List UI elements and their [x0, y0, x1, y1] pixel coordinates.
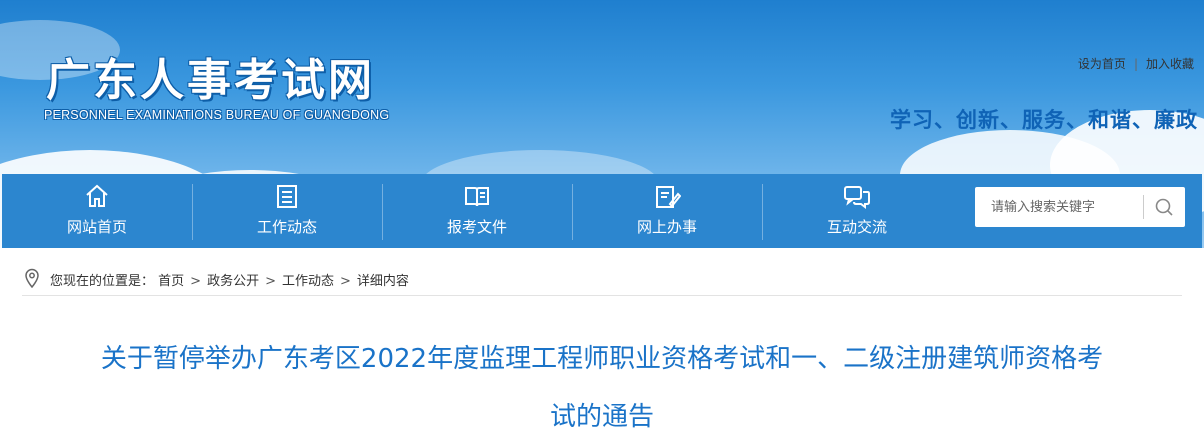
- slogan: 学习、创新、服务、和谐、廉政: [890, 108, 1198, 132]
- top-links: 设为首页 | 加入收藏: [1078, 55, 1194, 72]
- nav-label: 网站首页: [66, 218, 127, 236]
- set-homepage-link[interactable]: 设为首页: [1078, 57, 1126, 71]
- breadcrumb: 您现在的位置是： 首页 > 政务公开 > 工作动态 > 详细内容: [22, 262, 1182, 296]
- breadcrumb-item-work-news[interactable]: 工作动态: [282, 274, 334, 289]
- search-icon[interactable]: [1151, 195, 1177, 219]
- home-icon: [86, 184, 108, 207]
- article-title-line: 试的通告: [549, 402, 654, 432]
- chat-icon: [844, 186, 870, 209]
- news-icon: [277, 185, 297, 208]
- add-favorite-link[interactable]: 加入收藏: [1146, 57, 1194, 71]
- main-nav: 网站首页 工作动态 报考文件 网上办事 互动交流: [2, 174, 1202, 248]
- nav-label: 工作动态: [256, 218, 317, 236]
- breadcrumb-separator: >: [340, 274, 351, 289]
- search-box: [975, 187, 1185, 227]
- location-pin-icon: [25, 268, 39, 288]
- book-icon: [465, 187, 489, 207]
- nav-item-online-services[interactable]: 网上办事: [572, 174, 762, 248]
- nav-item-work-news[interactable]: 工作动态: [192, 174, 382, 248]
- breadcrumb-prefix: 您现在的位置是：: [50, 274, 155, 289]
- breadcrumb-item-current: 详细内容: [356, 274, 409, 289]
- site-title[interactable]: 广东人事考试网: [46, 44, 375, 108]
- article-title-line: 关于暂停举办广东考区2022年度监理工程师职业资格考试和一、二级注册建筑师资格考: [100, 344, 1104, 374]
- breadcrumb-item-home[interactable]: 首页: [158, 274, 184, 289]
- search-divider: [1143, 195, 1144, 219]
- nav-item-exam-documents[interactable]: 报考文件: [382, 174, 572, 248]
- nav-label: 网上办事: [636, 218, 697, 236]
- breadcrumb-text: 您现在的位置是： 首页 > 政务公开 > 工作动态 > 详细内容: [50, 270, 409, 289]
- site-subtitle: PERSONNEL EXAMINATIONS BUREAU OF GUANGDO…: [44, 108, 390, 122]
- nav-label: 互动交流: [826, 218, 887, 236]
- edit-icon: [656, 186, 681, 208]
- nav-item-home[interactable]: 网站首页: [2, 174, 192, 248]
- nav-item-interaction[interactable]: 互动交流: [762, 174, 952, 248]
- breadcrumb-separator: >: [190, 274, 202, 289]
- article-title: 关于暂停举办广东考区2022年度监理工程师职业资格考试和一、二级注册建筑师资格考…: [22, 330, 1182, 446]
- top-links-divider: |: [1133, 57, 1138, 71]
- breadcrumb-item-gov-affairs[interactable]: 政务公开: [207, 274, 259, 289]
- nav-label: 报考文件: [446, 218, 507, 236]
- search-input[interactable]: [975, 187, 1145, 227]
- breadcrumb-separator: >: [265, 274, 276, 289]
